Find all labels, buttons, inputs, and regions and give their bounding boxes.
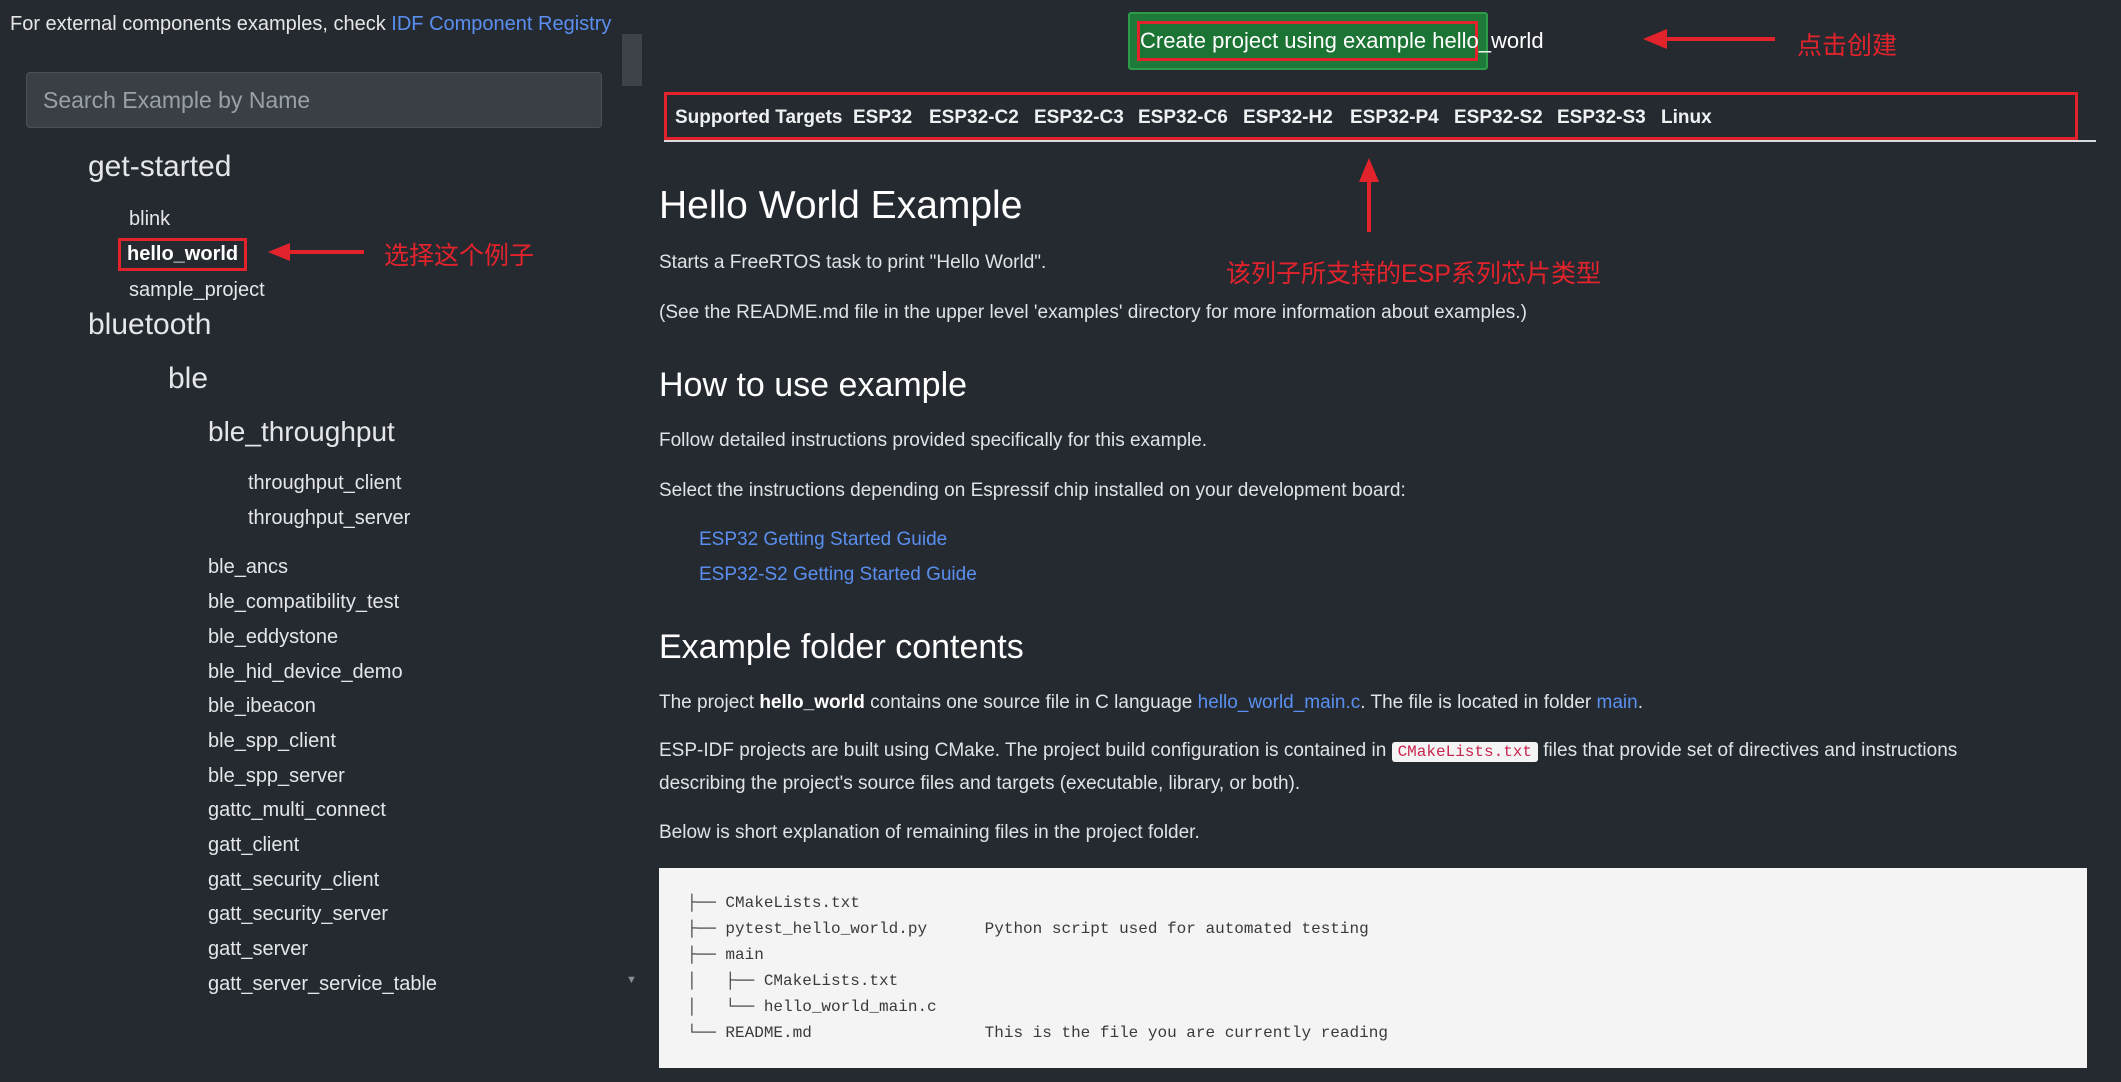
click-create-annotation: 点击创建 bbox=[1797, 32, 1898, 60]
tree-item-ble-compatibility-test[interactable]: ble_compatibility_test bbox=[208, 591, 399, 614]
supported-chips-arrow-icon bbox=[1359, 158, 1379, 232]
hello-world-main-link[interactable]: hello_world_main.c bbox=[1198, 692, 1361, 713]
target-esp32-c6: ESP32-C6 bbox=[1138, 107, 1228, 128]
folder-p2-suffix: files that provide set of directives and… bbox=[1538, 740, 1958, 761]
tree-item-ble-ancs[interactable]: ble_ancs bbox=[208, 556, 288, 579]
supported-chips-annotation: 该列子所支持的ESP系列芯片类型 bbox=[1226, 260, 1602, 288]
tree-item-gatt-security-server[interactable]: gatt_security_server bbox=[208, 903, 388, 926]
click-create-arrow-icon bbox=[1643, 29, 1775, 49]
page-title: Hello World Example bbox=[659, 184, 1023, 227]
folder-p1-middle: contains one source file in C language bbox=[864, 692, 1198, 713]
folder-paragraph-3: Below is short explanation of remaining … bbox=[659, 822, 1200, 843]
cmakelists-inline-code: CMakeLists.txt bbox=[1391, 742, 1538, 762]
folder-p1-suffix: . bbox=[1637, 692, 1643, 713]
idf-registry-link[interactable]: IDF Component Registry bbox=[391, 13, 611, 35]
tree-item-sample-project[interactable]: sample_project bbox=[129, 279, 265, 302]
tree-category-get-started[interactable]: get-started bbox=[88, 150, 231, 184]
target-esp32-s3: ESP32-S3 bbox=[1557, 107, 1646, 128]
code-line: │ ├── CMakeLists.txt bbox=[687, 972, 899, 990]
target-esp32: ESP32 bbox=[853, 107, 913, 128]
select-example-arrow-icon bbox=[268, 243, 364, 261]
code-line: └── README.md This is the file you are c… bbox=[687, 1024, 1388, 1042]
target-esp32-p4: ESP32-P4 bbox=[1350, 107, 1439, 128]
example-readme-panel: Create project using example hello_world… bbox=[644, 0, 2121, 1082]
tree-item-ble-ibeacon[interactable]: ble_ibeacon bbox=[208, 695, 316, 718]
tree-item-gatt-server[interactable]: gatt_server bbox=[208, 938, 308, 961]
folder-tree-codeblock: ├── CMakeLists.txt ├── pytest_hello_worl… bbox=[659, 868, 2087, 1068]
project-name-bold: hello_world bbox=[759, 692, 865, 713]
tree-category-bluetooth[interactable]: bluetooth bbox=[88, 308, 211, 342]
tree-item-gatt-security-client[interactable]: gatt_security_client bbox=[208, 869, 379, 892]
scroll-down-arrow-icon[interactable]: ▼ bbox=[626, 974, 637, 986]
see-readme-paragraph: (See the README.md file in the upper lev… bbox=[659, 302, 1527, 323]
intro-paragraph: Starts a FreeRTOS task to print "Hello W… bbox=[659, 252, 1047, 273]
code-line: ├── CMakeLists.txt bbox=[687, 894, 860, 912]
code-line: │ └── hello_world_main.c bbox=[687, 998, 937, 1016]
code-line: ├── main bbox=[687, 946, 764, 964]
target-esp32-h2: ESP32-H2 bbox=[1243, 107, 1333, 128]
folder-p1-prefix: The project bbox=[659, 692, 760, 713]
how-to-use-heading: How to use example bbox=[659, 366, 968, 404]
tree-item-ble-eddystone[interactable]: ble_eddystone bbox=[208, 626, 338, 649]
select-example-annotation: 选择这个例子 bbox=[384, 242, 535, 270]
tree-item-blink[interactable]: blink bbox=[129, 208, 170, 231]
tree-item-ble-spp-client[interactable]: ble_spp_client bbox=[208, 730, 336, 753]
folder-paragraph-2-line2: describing the project's source files an… bbox=[659, 773, 1301, 794]
tree-item-gattc-multi-connect[interactable]: gattc_multi_connect bbox=[208, 799, 386, 822]
esp32-guide-link[interactable]: ESP32 Getting Started Guide bbox=[699, 529, 947, 550]
external-note-text: For external components examples, check bbox=[10, 13, 392, 35]
esp32-s2-guide-link[interactable]: ESP32-S2 Getting Started Guide bbox=[699, 564, 977, 585]
tree-item-ble-hid-device-demo[interactable]: ble_hid_device_demo bbox=[208, 661, 403, 684]
folder-p1-middle2: . The file is located in folder bbox=[1360, 692, 1597, 713]
sidebar-scrollbar[interactable]: ▼ bbox=[622, 34, 642, 1034]
tree-item-ble-spp-server[interactable]: ble_spp_server bbox=[208, 765, 345, 788]
folder-paragraph-2: ESP-IDF projects are built using CMake. … bbox=[659, 740, 1957, 762]
supported-targets-table: Supported Targets ESP32 ESP32-C2 ESP32-C… bbox=[664, 92, 2078, 140]
target-esp32-c3: ESP32-C3 bbox=[1034, 107, 1124, 128]
tree-item-throughput-client[interactable]: throughput_client bbox=[248, 472, 401, 495]
folder-paragraph-1: The project hello_world contains one sou… bbox=[659, 692, 1643, 714]
scrollbar-thumb[interactable] bbox=[622, 34, 642, 86]
target-esp32-c2: ESP32-C2 bbox=[929, 107, 1019, 128]
code-line: ├── pytest_hello_world.py Python script … bbox=[687, 920, 1369, 938]
search-example-input[interactable] bbox=[26, 72, 602, 128]
folder-contents-heading: Example folder contents bbox=[659, 628, 1024, 666]
how-to-paragraph-2: Select the instructions depending on Esp… bbox=[659, 480, 1406, 501]
tree-item-hello-world[interactable]: hello_world bbox=[118, 238, 248, 271]
targets-divider bbox=[664, 140, 2096, 142]
tree-category-ble[interactable]: ble bbox=[168, 362, 208, 396]
tree-item-throughput-server[interactable]: throughput_server bbox=[248, 507, 410, 530]
create-project-button[interactable]: Create project using example hello_world bbox=[1137, 21, 1544, 61]
how-to-paragraph-1: Follow detailed instructions provided sp… bbox=[659, 430, 1208, 451]
external-components-note: For external components examples, check … bbox=[10, 13, 611, 36]
target-esp32-s2: ESP32-S2 bbox=[1454, 107, 1543, 128]
tree-item-gatt-server-service-table[interactable]: gatt_server_service_table bbox=[208, 973, 437, 996]
create-project-button-container: Create project using example hello_world bbox=[1128, 12, 1544, 70]
supported-targets-header: Supported Targets bbox=[675, 107, 843, 128]
target-linux: Linux bbox=[1661, 107, 1712, 128]
main-folder-link[interactable]: main bbox=[1597, 692, 1638, 713]
sidebar: For external components examples, check … bbox=[0, 0, 644, 1082]
folder-p2-prefix: ESP-IDF projects are built using CMake. … bbox=[659, 740, 1392, 761]
tree-category-ble-throughput[interactable]: ble_throughput bbox=[208, 416, 395, 448]
tree-item-gatt-client[interactable]: gatt_client bbox=[208, 834, 299, 857]
